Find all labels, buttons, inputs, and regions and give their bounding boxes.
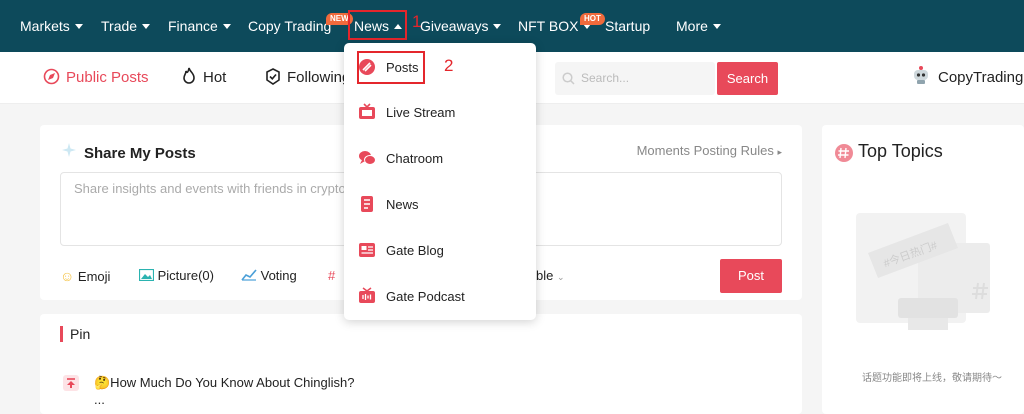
nav-copy-trading[interactable]: Copy Trading: [248, 0, 331, 52]
top-topics-card: Top Topics #今日热门# 话题功能即将上线，敬请期待～: [822, 125, 1024, 414]
search-icon: [562, 72, 575, 85]
document-icon: [361, 196, 373, 212]
menu-item-live-stream[interactable]: Live Stream: [358, 100, 455, 126]
tool-label: Picture(0): [157, 268, 214, 283]
post-button[interactable]: Post: [720, 259, 782, 293]
tool-label: Voting: [260, 268, 297, 283]
share-title: Share My Posts: [84, 145, 196, 162]
emoji-tool[interactable]: ☺ Emoji: [60, 268, 110, 284]
search-button[interactable]: Search: [717, 62, 778, 95]
tv-icon: [359, 103, 375, 119]
highlight-box-news: [348, 10, 407, 40]
menu-item-label: Live Stream: [386, 105, 456, 120]
pin-card: Pin 🤔How Much Do You Know About Chinglis…: [40, 314, 802, 414]
flame-icon: [183, 67, 195, 84]
copytrading-link[interactable]: CopyTrading: [910, 52, 1023, 104]
chevron-down-icon: [712, 24, 721, 29]
menu-item-news[interactable]: News: [358, 192, 419, 218]
tool-label: Emoji: [77, 269, 111, 284]
menu-item-label: Gate Podcast: [386, 289, 465, 304]
chat-bubbles-icon: [359, 151, 376, 165]
nav-label: Markets: [20, 18, 70, 34]
tab-following[interactable]: Following: [265, 52, 350, 104]
voting-tool[interactable]: Voting: [241, 268, 297, 283]
compass-icon: [43, 68, 60, 85]
visibility-value: ble: [536, 268, 554, 283]
radio-icon: [359, 287, 375, 303]
sparkle-icon: [62, 143, 76, 157]
blog-icon: [359, 243, 375, 257]
menu-item-gate-podcast[interactable]: Gate Podcast: [358, 284, 465, 310]
chevron-down-icon: ⌄: [556, 272, 565, 282]
check-shield-icon: [266, 68, 280, 85]
posting-rules-link[interactable]: Moments Posting Rules ▸: [637, 143, 782, 158]
nav-label: Giveaways: [420, 18, 489, 34]
menu-item-label: News: [386, 197, 419, 212]
topics-empty-text: 话题功能即将上线，敬请期待～: [862, 373, 1002, 384]
chevron-right-icon: ▸: [777, 147, 782, 157]
nav-markets[interactable]: Markets: [20, 0, 83, 52]
chevron-down-icon: [493, 24, 502, 29]
pin-post-ellipsis: ...: [94, 392, 105, 407]
nav-label: More: [676, 18, 708, 34]
smiley-icon: ☺: [60, 268, 75, 284]
menu-item-gate-blog[interactable]: Gate Blog: [358, 238, 444, 264]
rules-label: Moments Posting Rules: [636, 143, 774, 158]
tab-label: Public Posts: [66, 69, 149, 86]
nav-label: Startup: [605, 18, 651, 34]
nav-finance[interactable]: Finance: [168, 0, 231, 52]
pin-post-link[interactable]: 🤔How Much Do You Know About Chinglish?: [94, 375, 354, 391]
search-input[interactable]: Search...: [555, 62, 715, 95]
pin-title: Pin: [70, 326, 91, 342]
pin-top-icon: [63, 375, 79, 391]
hot-badge: HOT: [580, 13, 605, 25]
picture-tool[interactable]: Picture(0): [138, 268, 214, 283]
news-dropdown-menu: Posts Live Stream Chatroom News Gate Blo…: [344, 43, 536, 320]
menu-item-label: Gate Blog: [386, 243, 444, 258]
textarea-placeholder: Share insights and events with friends i…: [74, 181, 346, 196]
chevron-down-icon: [222, 24, 231, 29]
chevron-down-icon: [74, 24, 83, 29]
tab-label: Hot: [203, 69, 227, 86]
robot-icon: [914, 66, 928, 84]
tab-hot[interactable]: Hot: [181, 52, 226, 104]
nav-more[interactable]: More: [676, 0, 721, 52]
picture-icon: [138, 268, 155, 282]
chart-icon: [241, 269, 257, 281]
highlight-box-posts: [357, 51, 425, 84]
copytrading-label: CopyTrading: [938, 69, 1024, 86]
empty-state-illustration: [856, 213, 990, 330]
nav-trade[interactable]: Trade: [101, 0, 151, 52]
visibility-select[interactable]: ble ⌄: [536, 268, 565, 283]
hashtag-icon: [835, 144, 853, 162]
tab-public-posts[interactable]: Public Posts: [43, 52, 149, 104]
hashtag-tool[interactable]: #: [328, 268, 335, 283]
menu-item-chatroom[interactable]: Chatroom: [358, 146, 443, 172]
nav-label: Finance: [168, 18, 218, 34]
menu-item-label: Chatroom: [386, 151, 444, 166]
nav-label: Copy Trading: [248, 18, 332, 34]
topics-title: Top Topics: [858, 141, 943, 161]
nav-startup[interactable]: Startup: [605, 0, 650, 52]
nav-label: NFT BOX: [518, 18, 579, 34]
chevron-down-icon: [142, 24, 151, 29]
search-placeholder: Search...: [581, 71, 630, 85]
step-number-1: 1: [412, 12, 422, 31]
step-number-2: 2: [444, 56, 454, 75]
section-marker: [60, 326, 63, 342]
nav-label: Trade: [101, 18, 138, 34]
tab-label: Following: [287, 69, 351, 86]
